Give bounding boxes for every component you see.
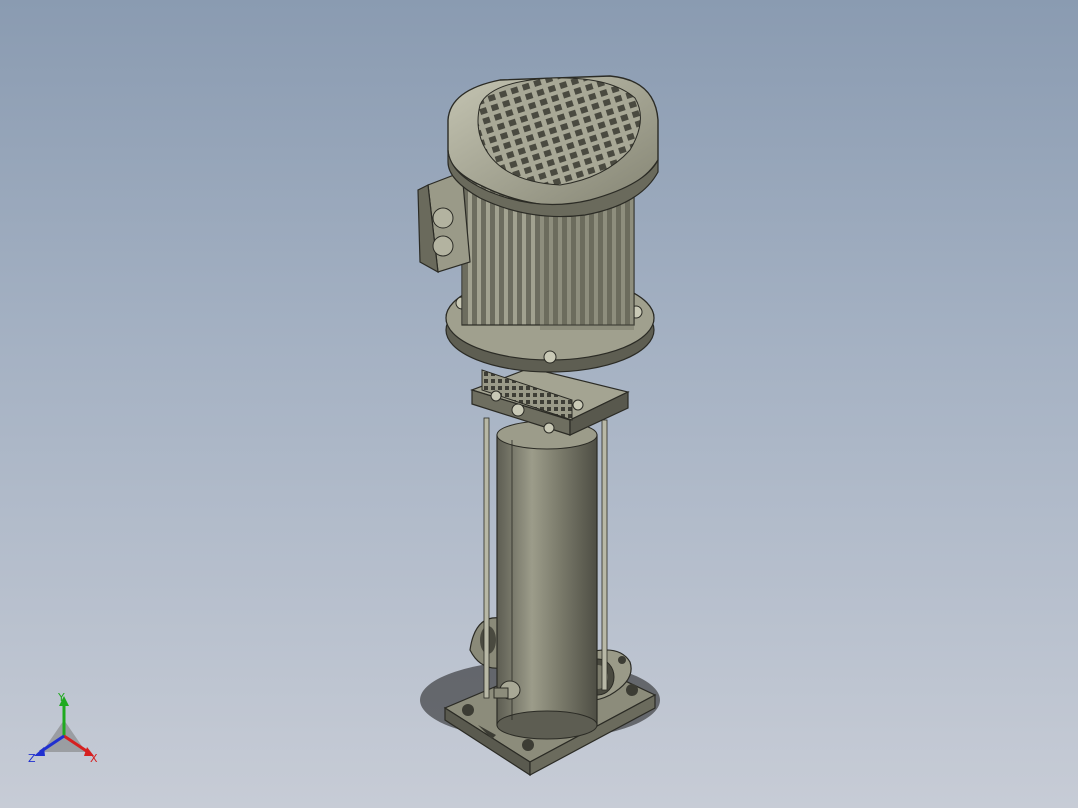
terminal-box[interactable] <box>417 171 471 274</box>
x-axis-label: X <box>90 752 98 765</box>
z-axis-head <box>34 747 45 756</box>
z-axis-label: Z <box>28 752 36 765</box>
fan-cover[interactable] <box>447 75 659 218</box>
y-axis-label: Y <box>57 691 65 704</box>
cad-graphics-viewport[interactable]: Y X Z <box>0 0 1078 808</box>
coordinate-triad[interactable]: Y X Z <box>20 690 120 780</box>
pump-3d-model[interactable] <box>0 0 1078 808</box>
